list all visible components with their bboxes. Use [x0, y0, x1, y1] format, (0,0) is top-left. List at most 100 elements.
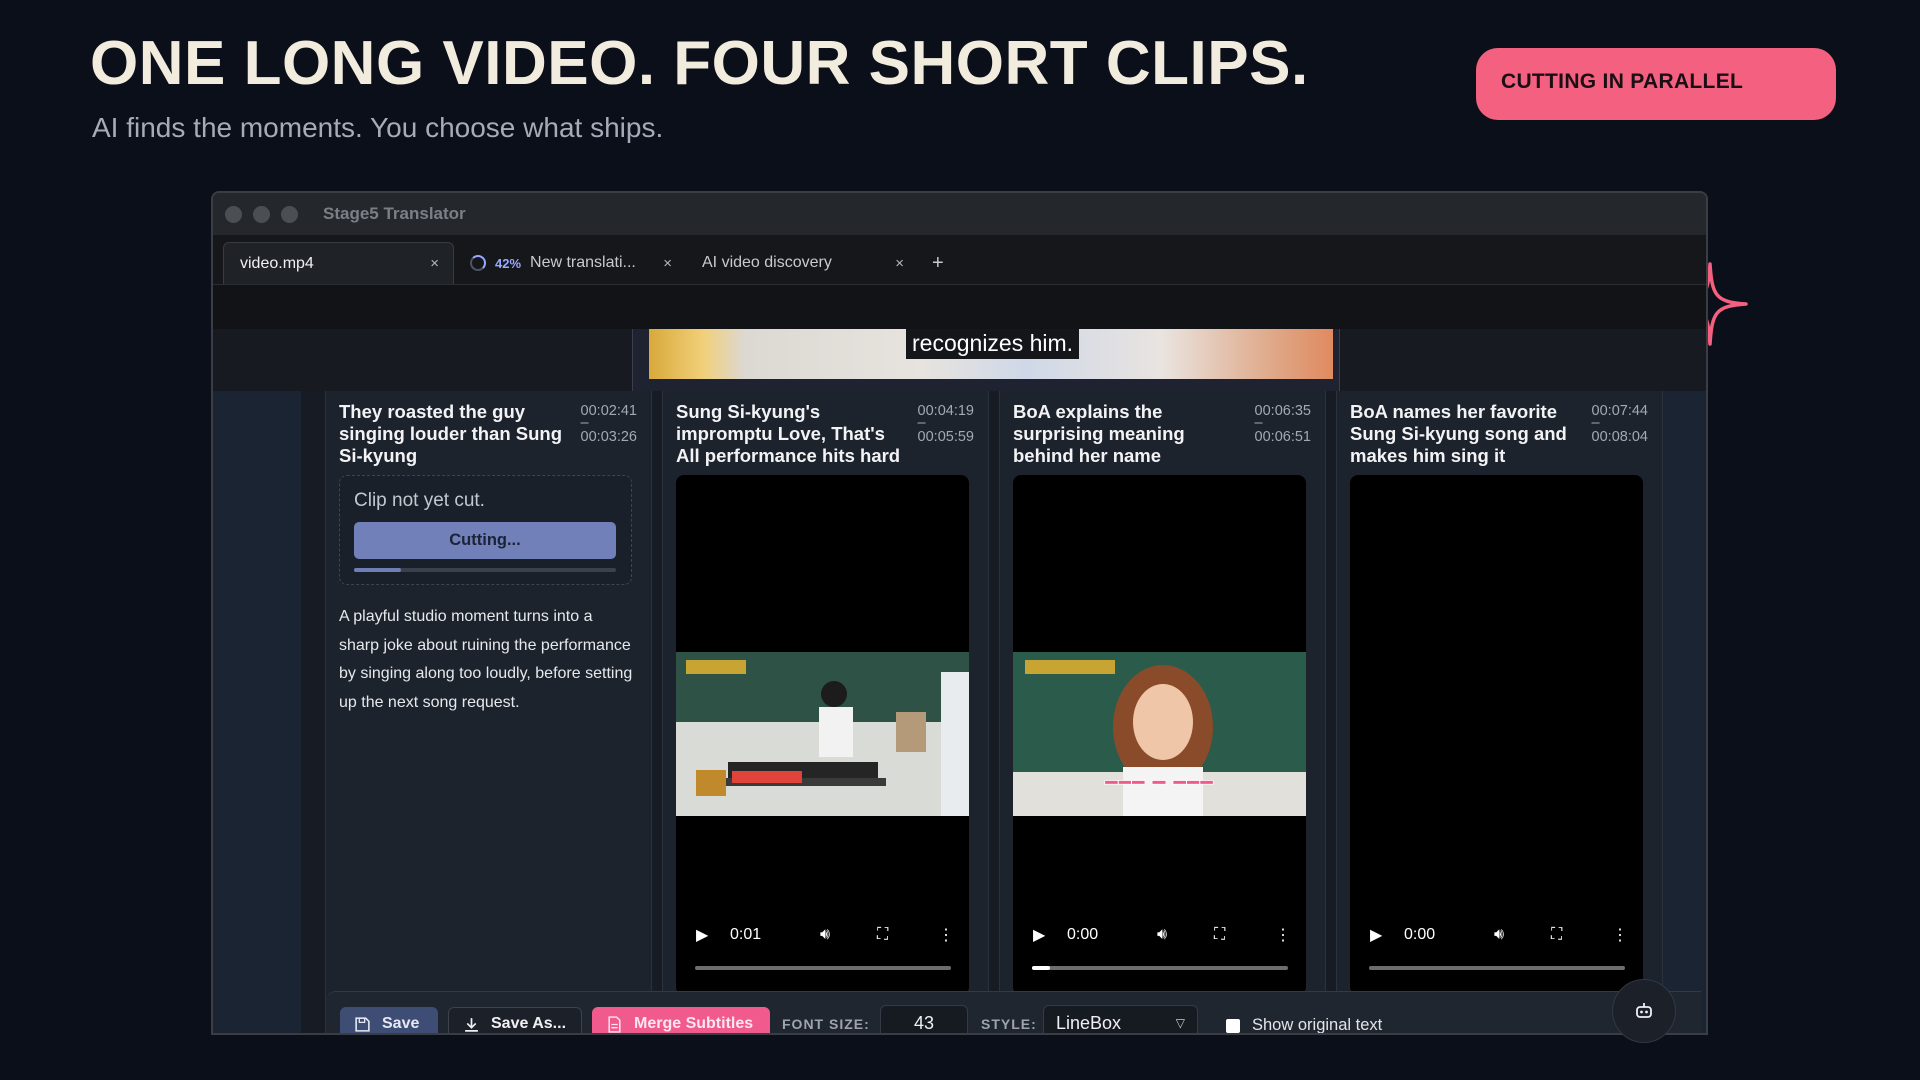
player-time: 0:01 [730, 926, 762, 943]
tab-video[interactable]: video.mp4 × [223, 242, 454, 284]
tab-close-icon[interactable]: × [430, 255, 439, 272]
fullscreen-icon[interactable]: ⛶ [1551, 926, 1562, 944]
close-window-button[interactable] [225, 205, 242, 223]
clip-title: They roasted the guy singing louder than… [339, 401, 563, 466]
clip-end-time: 00:03:26 [580, 429, 637, 445]
save-as-label: Save As... [491, 1015, 567, 1032]
clip-description: A playful studio moment turns into a sha… [339, 608, 633, 711]
clip-end-time: 00:06:51 [1254, 429, 1311, 445]
font-size-label: FONT SIZE: [782, 1016, 870, 1032]
clips-panel: They roasted the guy singing louder than… [213, 391, 1706, 1033]
play-icon[interactable]: ▶ [1370, 925, 1382, 945]
loading-spinner-icon [470, 255, 486, 271]
maximize-window-button[interactable] [281, 205, 298, 223]
cut-progress-bar [354, 568, 616, 572]
clip-time-dash: – [580, 415, 589, 431]
video-preview[interactable]: recognizes him. [632, 329, 1340, 391]
clip-timerange: 00:06:35 – 00:06:51 [1255, 403, 1311, 446]
clip-video-player[interactable]: ▶ 0:00 🔊︎ ⛶ ⋮ [1350, 475, 1643, 995]
clip-start-time: 00:07:44 [1591, 403, 1648, 419]
tab-close-icon[interactable]: × [895, 255, 904, 272]
tab-close-icon[interactable]: × [663, 255, 672, 272]
clip-start-time: 00:04:19 [917, 403, 974, 419]
volume-icon[interactable]: 🔊︎ [820, 926, 830, 944]
clip-video-player[interactable]: ━━━ ━ ━━━ ▶ 0:00 🔊︎ ⛶ ⋮ [1013, 475, 1306, 995]
subheadline: AI finds the moments. You choose what sh… [92, 112, 664, 143]
player-progress-bar[interactable] [1369, 966, 1625, 970]
clip-video-player[interactable]: ▶ 0:01 🔊︎ ⛶ ⋮ [676, 475, 969, 995]
tab-label: video.mp4 [240, 254, 314, 272]
volume-icon[interactable]: 🔊︎ [1157, 926, 1167, 944]
more-vertical-icon[interactable]: ⋮ [938, 925, 954, 945]
font-size-input[interactable]: 43 [880, 1005, 968, 1033]
player-controls: ▶ 0:00 🔊︎ ⛶ ⋮ [1350, 915, 1643, 955]
tab-ai-video-discovery[interactable]: AI video discovery × [686, 242, 918, 284]
player-progress-bar[interactable] [695, 966, 951, 970]
style-label: STYLE: [981, 1016, 1037, 1032]
tab-progress: 42% [495, 255, 522, 271]
subtitle-caption: recognizes him. [906, 329, 1080, 359]
video-thumbnail-classroom-piano [676, 652, 969, 816]
robot-icon-glyph [1636, 1003, 1652, 1018]
more-vertical-icon[interactable]: ⋮ [1612, 925, 1628, 945]
clip-card: They roasted the guy singing louder than… [325, 391, 652, 1033]
save-button[interactable]: Save [340, 1007, 438, 1033]
merge-label: Merge Subtitles [634, 1015, 754, 1032]
style-value: LineBox [1056, 1013, 1122, 1033]
fullscreen-icon[interactable]: ⛶ [877, 926, 888, 944]
more-vertical-icon[interactable]: ⋮ [1275, 925, 1291, 945]
robot-icon[interactable] [1612, 979, 1676, 1043]
clip-end-time: 00:05:59 [917, 429, 974, 445]
svg-text:━━━ ━ ━━━: ━━━ ━ ━━━ [1104, 771, 1214, 796]
clip-timerange: 00:07:44 – 00:08:04 [1592, 403, 1648, 446]
video-frame-image: recognizes him. [649, 329, 1333, 379]
chevron-down-icon: ▽ [1175, 1016, 1185, 1030]
toolbar-strip [213, 285, 1706, 329]
fullscreen-icon[interactable]: ⛶ [1214, 926, 1225, 944]
new-tab-button[interactable]: + [918, 242, 958, 284]
clip-start-time: 00:06:35 [1254, 403, 1311, 419]
clip-card: BoA explains the surprising meaning behi… [999, 391, 1326, 1033]
clip-card: BoA names her favorite Sung Si-kyung son… [1336, 391, 1663, 1033]
tab-bar: video.mp4 × 42% New translati... × AI vi… [213, 235, 1706, 285]
document-icon [608, 1015, 621, 1033]
clip-time-dash: – [1591, 415, 1600, 431]
download-icon [465, 1017, 478, 1032]
play-icon[interactable]: ▶ [1033, 925, 1045, 945]
cut-progress-fill [354, 568, 402, 572]
save-as-button[interactable]: Save As... [448, 1007, 582, 1033]
app-window: Stage5 Translator video.mp4 × 42% New tr… [211, 191, 1708, 1035]
main-video-area: recognizes him. [213, 329, 1706, 391]
volume-icon[interactable]: 🔊︎ [1494, 926, 1504, 944]
headline: ONE LONG VIDEO. FOUR SHORT CLIPS. [90, 29, 1309, 98]
clip-title: BoA explains the surprising meaning behi… [1013, 401, 1185, 466]
clip-start-time: 00:02:41 [580, 403, 637, 419]
tab-new-translation[interactable]: 42% New translati... × [454, 242, 686, 284]
merge-subtitles-button[interactable]: Merge Subtitles [592, 1007, 770, 1033]
player-time: 0:00 [1404, 926, 1436, 943]
clip-time-dash: – [917, 415, 926, 431]
player-progress-bar[interactable] [1032, 966, 1288, 970]
clip-title: BoA names her favorite Sung Si-kyung son… [1350, 401, 1567, 466]
style-select[interactable]: LineBox ▽ [1043, 1005, 1198, 1033]
clip-time-dash: – [1254, 415, 1263, 431]
clip-title: Sung Si-kyung's impromptu Love, That's A… [676, 401, 901, 466]
save-label: Save [382, 1015, 420, 1032]
player-controls: ▶ 0:00 🔊︎ ⛶ ⋮ [1013, 915, 1306, 955]
clip-timerange: 00:02:41 – 00:03:26 [581, 403, 637, 446]
clip-end-time: 00:08:04 [1591, 429, 1648, 445]
cutting-button[interactable]: Cutting... [354, 522, 616, 559]
title-bar: Stage5 Translator [213, 193, 1706, 235]
show-original-checkbox[interactable] [1226, 1019, 1240, 1033]
tab-label: AI video discovery [702, 254, 832, 271]
player-progress-fill [1032, 966, 1050, 970]
status-badge: CUTTING IN PARALLEL [1476, 48, 1836, 120]
play-icon[interactable]: ▶ [696, 925, 708, 945]
player-time: 0:00 [1067, 926, 1099, 943]
window-title: Stage5 Translator [323, 204, 466, 223]
subtitle-toolbar: Save Save As... Merge Subtitles FONT SIZ… [326, 991, 1701, 1033]
cut-status-label: Clip not yet cut. [354, 490, 485, 511]
clip-card: Sung Si-kyung's impromptu Love, That's A… [662, 391, 989, 1033]
minimize-window-button[interactable] [253, 205, 270, 223]
cut-status-box: Clip not yet cut. Cutting... [339, 475, 632, 585]
